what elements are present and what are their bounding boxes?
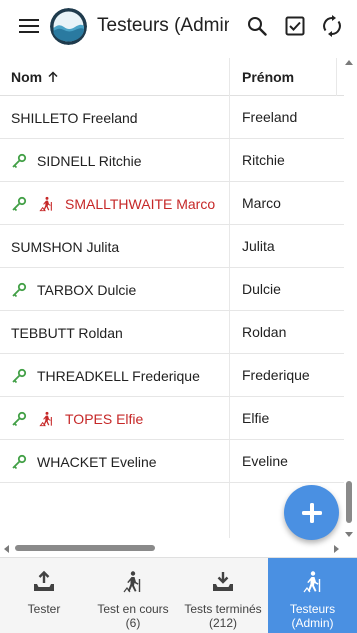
key-icon <box>11 411 27 427</box>
cell-first-name: Elfie <box>242 410 270 426</box>
hiker-icon <box>121 570 145 594</box>
hiker-icon <box>301 570 325 594</box>
cell-first-name: Dulcie <box>242 281 281 297</box>
horizontal-scrollbar-thumb[interactable] <box>15 545 155 551</box>
cell-first-name: Ritchie <box>242 152 285 168</box>
cell-full-name: TOPES Elfie <box>11 397 143 440</box>
cell-full-name: SHILLETO Freeland <box>11 96 138 139</box>
tester-name: TEBBUTT Roldan <box>11 324 123 341</box>
checkbox-icon[interactable] <box>283 14 307 38</box>
tray-upload-icon <box>32 570 56 594</box>
search-icon[interactable] <box>245 14 269 38</box>
sync-icon[interactable] <box>320 14 344 38</box>
hiker-icon <box>39 196 55 212</box>
add-tester-button[interactable] <box>284 485 339 540</box>
key-icon <box>11 196 27 212</box>
tester-name: SUMSHON Julita <box>11 238 120 255</box>
vertical-scrollbar-thumb[interactable] <box>346 481 352 523</box>
hamburger-menu-icon[interactable] <box>14 11 44 41</box>
column-divider <box>336 58 337 96</box>
nav-tester[interactable]: Tester <box>0 558 88 633</box>
table-row[interactable]: THREADKELL Frederique Frederique <box>0 354 344 397</box>
tester-name: SHILLETO Freeland <box>11 109 138 126</box>
nav-tests-termines[interactable]: Tests terminés (212) <box>178 558 268 633</box>
nav-label: Testeurs (Admin) <box>290 602 335 630</box>
table-row[interactable]: SIDNELL Ritchie Ritchie <box>0 139 344 182</box>
tester-name: TARBOX Dulcie <box>37 281 137 298</box>
key-icon <box>11 368 27 384</box>
bottom-navigation: Tester Test en cours (6) Tests terminés … <box>0 557 357 633</box>
cell-full-name: THREADKELL Frederique <box>11 354 200 397</box>
tester-name: WHACKET Eveline <box>37 453 157 470</box>
table-row[interactable]: SHILLETO Freeland Freeland <box>0 96 344 139</box>
table-row[interactable]: TARBOX Dulcie Dulcie <box>0 268 344 311</box>
nav-label: Tester <box>28 602 61 616</box>
cell-full-name: SMALLTHWAITE Marco <box>11 182 215 225</box>
cell-full-name: SIDNELL Ritchie <box>11 139 142 182</box>
plus-icon <box>301 502 322 523</box>
column-header-nom[interactable]: Nom <box>11 58 59 96</box>
column-header-prenom[interactable]: Prénom <box>242 58 294 96</box>
cell-full-name: TARBOX Dulcie <box>11 268 136 311</box>
cell-full-name: SUMSHON Julita <box>11 225 119 268</box>
nav-label: Tests terminés (212) <box>184 602 261 630</box>
tester-name: SIDNELL Ritchie <box>37 152 142 169</box>
app-logo <box>50 7 87 45</box>
scroll-right-arrow-icon[interactable] <box>334 545 339 553</box>
key-icon <box>11 454 27 470</box>
tester-name: TOPES Elfie <box>65 410 144 427</box>
nav-label-text: Tester <box>27 602 61 616</box>
cell-first-name: Julita <box>242 238 275 254</box>
cell-full-name: WHACKET Eveline <box>11 440 157 483</box>
nav-label-count: (Admin) <box>291 616 334 630</box>
column-header-label: Nom <box>11 69 43 85</box>
nav-label-count: (212) <box>208 616 237 630</box>
scroll-left-arrow-icon[interactable] <box>4 545 9 553</box>
cell-first-name: Roldan <box>242 324 287 340</box>
scroll-up-arrow-icon[interactable] <box>345 60 353 65</box>
tester-name: SMALLTHWAITE Marco <box>65 195 216 212</box>
scroll-down-arrow-icon[interactable] <box>345 532 353 537</box>
table-header: Nom Prénom <box>0 58 344 96</box>
testers-table: Nom Prénom SHILLETO Freeland Freeland SIDN… <box>0 58 344 538</box>
table-row[interactable]: SMALLTHWAITE Marco Marco <box>0 182 344 225</box>
nav-label-count: (6) <box>125 616 141 630</box>
key-icon <box>11 153 27 169</box>
nav-label-text: Tests terminés <box>184 602 262 616</box>
table-row[interactable]: WHACKET Eveline Eveline <box>0 440 344 483</box>
key-icon <box>11 282 27 298</box>
app-bar: Testeurs (Admin) <box>0 0 357 52</box>
table-row[interactable]: TEBBUTT Roldan Roldan <box>0 311 344 354</box>
cell-first-name: Freeland <box>242 109 298 125</box>
nav-test-en-cours[interactable]: Test en cours (6) <box>88 558 178 633</box>
cell-full-name: TEBBUTT Roldan <box>11 311 123 354</box>
cell-first-name: Frederique <box>242 367 310 383</box>
tester-name: THREADKELL Frederique <box>37 367 200 384</box>
table-row[interactable]: TOPES Elfie Elfie <box>0 397 344 440</box>
nav-label: Test en cours (6) <box>97 602 168 630</box>
cell-first-name: Eveline <box>242 453 288 469</box>
tray-download-icon <box>211 570 235 594</box>
nav-label-text: Test en cours <box>97 602 169 616</box>
page-title: Testeurs (Admin) <box>97 15 229 36</box>
arrow-up-icon <box>47 71 59 83</box>
cell-first-name: Marco <box>242 195 281 211</box>
nav-testeurs-admin[interactable]: Testeurs (Admin) <box>268 558 357 633</box>
table-row[interactable]: SUMSHON Julita Julita <box>0 225 344 268</box>
hiker-icon <box>39 411 55 427</box>
nav-label-text: Testeurs <box>289 602 336 616</box>
